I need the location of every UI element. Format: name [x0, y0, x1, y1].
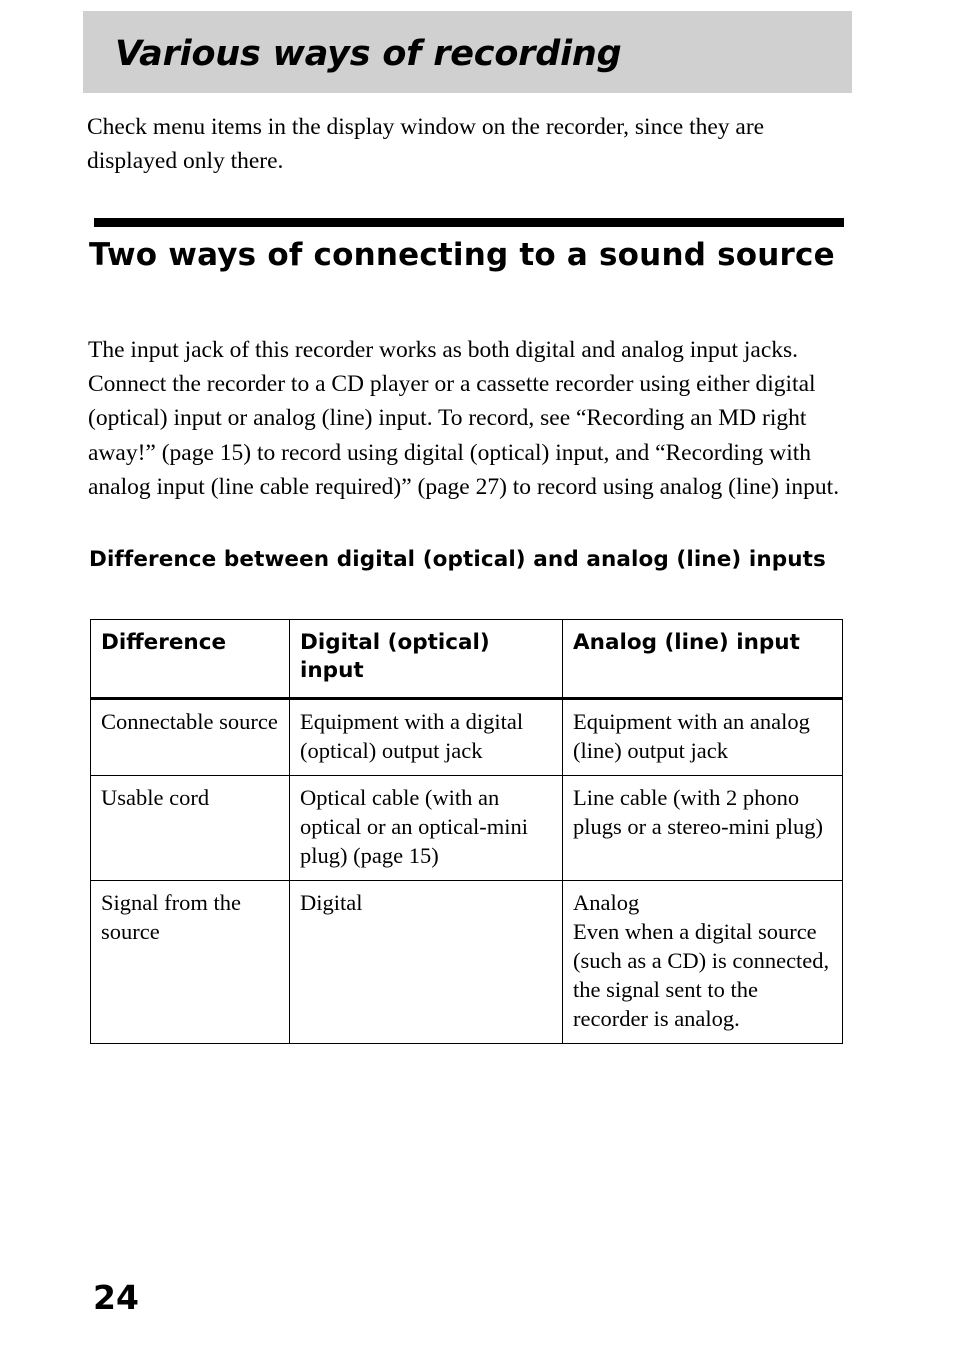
- table-header-digital: Digital (optical) input: [289, 619, 563, 700]
- table-subheading: Difference between digital (optical) and…: [89, 547, 826, 572]
- table-cell-digital: Equipment with a digital (optical) outpu…: [289, 698, 563, 776]
- section-divider-rule: [94, 218, 844, 227]
- table-cell-analog: Equipment with an analog (line) output j…: [562, 698, 843, 776]
- table-header-row: Difference Digital (optical) input Analo…: [90, 619, 843, 700]
- difference-table: Difference Digital (optical) input Analo…: [90, 619, 843, 1044]
- table-row: Usable cord Optical cable (with an optic…: [90, 775, 843, 881]
- table-header-difference: Difference: [90, 619, 290, 700]
- table-row: Signal from the source Digital Analog Ev…: [90, 880, 843, 1044]
- page-title: Various ways of recording: [115, 34, 622, 74]
- intro-paragraph: Check menu items in the display window o…: [87, 114, 765, 174]
- table-row: Connectable source Equipment with a digi…: [90, 698, 843, 776]
- table-header-analog: Analog (line) input: [562, 619, 843, 700]
- table-cell-difference: Usable cord: [90, 775, 290, 881]
- section-heading: Two ways of connecting to a sound source: [89, 237, 835, 273]
- table-cell-analog: Analog Even when a digital source (such …: [562, 880, 843, 1044]
- page-number: 24: [93, 1278, 139, 1317]
- table-cell-difference: Connectable source: [90, 698, 290, 776]
- table-cell-digital: Digital: [289, 880, 563, 1044]
- document-page: Various ways of recording Check menu ite…: [0, 0, 954, 1345]
- table-cell-difference: Signal from the source: [90, 880, 290, 1044]
- section-body-paragraph: The input jack of this recorder works as…: [88, 337, 840, 500]
- table-cell-analog: Line cable (with 2 phono plugs or a ster…: [562, 775, 843, 881]
- table-cell-digital: Optical cable (with an optical or an opt…: [289, 775, 563, 881]
